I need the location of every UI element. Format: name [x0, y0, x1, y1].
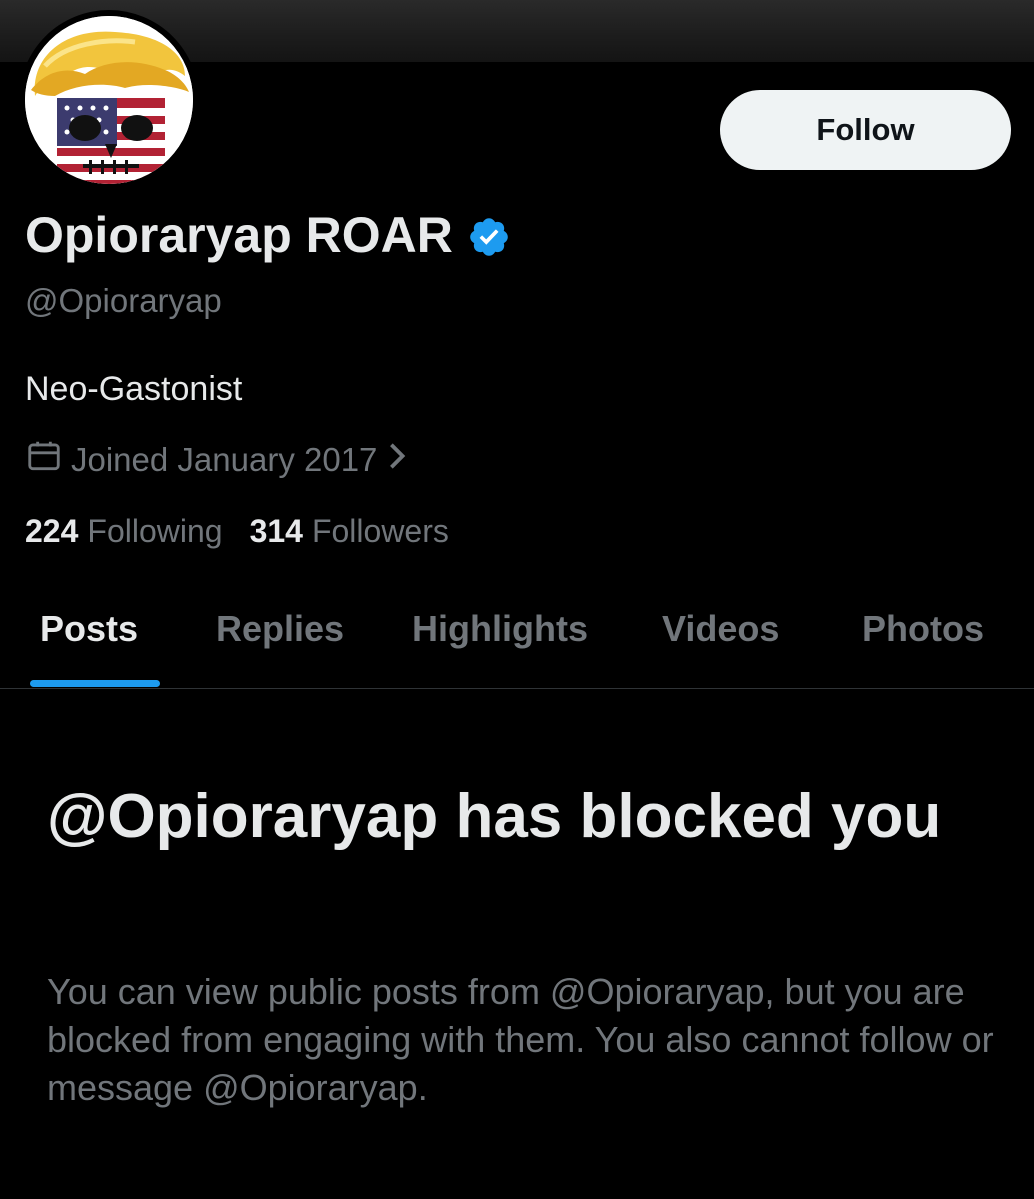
profile-display-name: Opioraryap ROAR	[25, 206, 511, 264]
joined-date[interactable]: Joined January 2017	[25, 437, 415, 483]
tab-posts[interactable]: Posts	[40, 608, 138, 650]
blocked-title: @Opioraryap has blocked you	[47, 782, 942, 851]
active-tab-indicator	[30, 680, 160, 687]
tab-highlights[interactable]: Highlights	[412, 608, 588, 650]
following-count: 224	[25, 513, 79, 549]
avatar-image	[25, 16, 193, 184]
follow-button-label: Follow	[816, 112, 915, 147]
follow-button[interactable]: Follow	[720, 90, 1011, 170]
blocked-description: You can view public posts from @Opiorary…	[47, 971, 994, 1108]
avatar-illustration	[25, 16, 193, 184]
calendar-icon	[25, 437, 71, 483]
following-link[interactable]: 224 Following	[25, 513, 223, 550]
tab-videos[interactable]: Videos	[662, 608, 779, 650]
display-name-text: Opioraryap ROAR	[25, 207, 453, 263]
tab-photos[interactable]: Photos	[862, 608, 984, 650]
profile-stats: 224 Following 314 Followers	[25, 513, 476, 550]
profile-handle: @Opioraryap	[25, 282, 222, 319]
followers-link[interactable]: 314 Followers	[250, 513, 449, 550]
following-label: Following	[87, 513, 223, 549]
followers-count: 314	[249, 513, 303, 549]
profile-bio: Neo-Gastonist	[25, 370, 243, 408]
joined-text: Joined January 2017	[71, 441, 378, 478]
verified-badge-icon[interactable]	[467, 213, 511, 257]
followers-label: Followers	[311, 513, 449, 549]
profile-avatar[interactable]	[19, 10, 199, 190]
chevron-right-icon	[387, 441, 415, 479]
tab-replies[interactable]: Replies	[216, 608, 344, 650]
profile-tabs: Posts Replies Highlights Videos Photos	[0, 588, 1034, 689]
